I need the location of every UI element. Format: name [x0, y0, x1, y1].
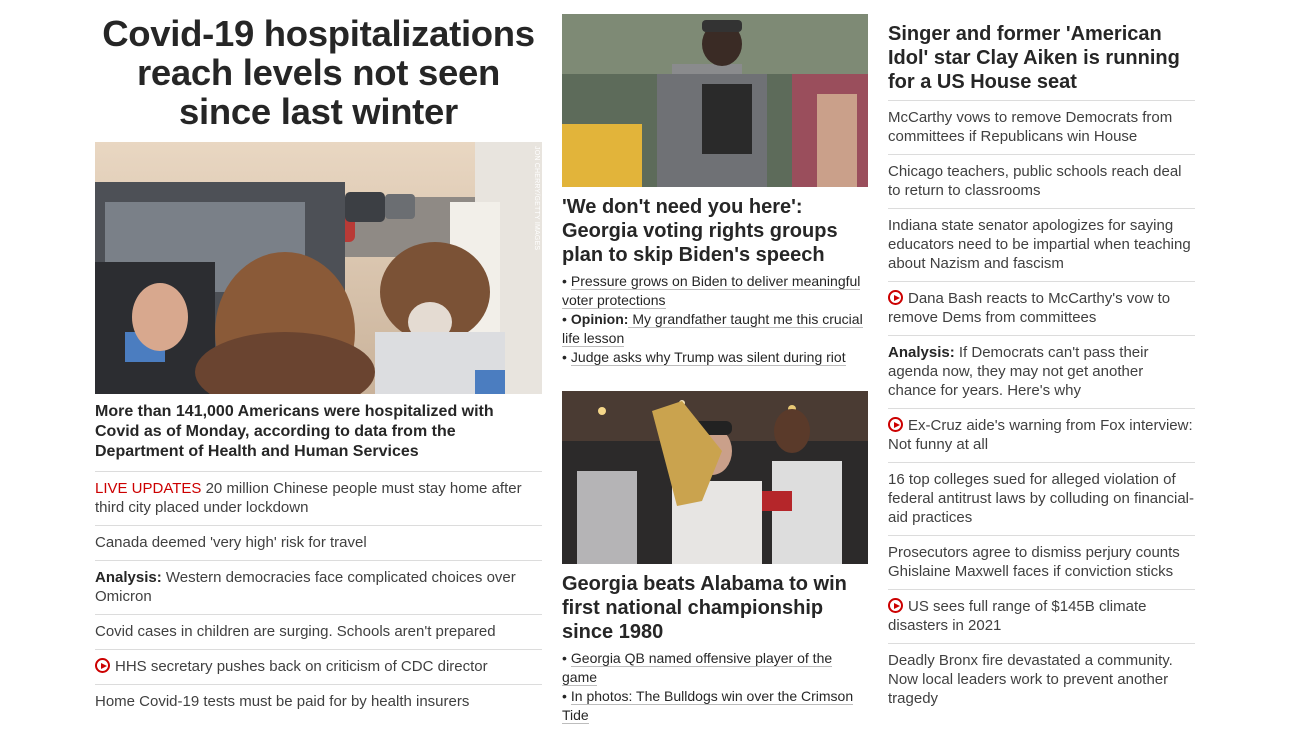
left-column: Covid-19 hospitalizations reach levels n… — [95, 14, 542, 719]
lead-story-text[interactable]: More than 141,000 Americans were hospita… — [95, 394, 542, 472]
list-item[interactable]: McCarthy vows to remove Democrats from c… — [888, 101, 1195, 155]
clay-aiken-headline[interactable]: Singer and former 'American Idol' star C… — [888, 14, 1195, 101]
live-updates-label: LIVE UPDATES — [95, 480, 202, 497]
analysis-label: Analysis: — [95, 569, 162, 586]
opinion-label: Opinion: — [570, 311, 629, 327]
bullet-link[interactable]: • Georgia QB named offensive player of th… — [562, 649, 868, 687]
list-item[interactable]: Canada deemed 'very high' risk for trave… — [95, 526, 542, 561]
list-item[interactable]: Analysis: If Democrats can't pass their … — [888, 336, 1195, 409]
championship-photo[interactable] — [562, 391, 868, 564]
right-story-list: McCarthy vows to remove Democrats from c… — [888, 101, 1195, 716]
list-item[interactable]: Chicago teachers, public schools reach d… — [888, 155, 1195, 209]
list-item[interactable]: Deadly Bronx fire devastated a community… — [888, 644, 1195, 716]
list-item[interactable]: Analysis: Western democracies face compl… — [95, 561, 542, 615]
list-item[interactable]: Indiana state senator apologizes for say… — [888, 209, 1195, 282]
list-item[interactable]: Covid cases in children are surging. Sch… — [95, 615, 542, 650]
analysis-label: Analysis: — [888, 344, 955, 361]
bullet-link[interactable]: • Opinion: My grandfather taught me this … — [562, 310, 868, 348]
video-play-icon — [95, 658, 110, 673]
championship-bullets: • Georgia QB named offensive player of th… — [562, 644, 868, 725]
list-item[interactable]: Prosecutors agree to dismiss perjury cou… — [888, 536, 1195, 590]
list-item[interactable]: Home Covid-19 tests must be paid for by … — [95, 685, 542, 719]
video-play-icon — [888, 598, 903, 613]
video-play-icon — [888, 417, 903, 432]
list-item[interactable]: Dana Bash reacts to McCarthy's vow to re… — [888, 282, 1195, 336]
list-item[interactable]: 16 top colleges sued for alleged violati… — [888, 463, 1195, 536]
video-play-icon — [888, 290, 903, 305]
hero-headline[interactable]: Covid-19 hospitalizations reach levels n… — [95, 14, 542, 131]
list-item[interactable]: LIVE UPDATES 20 million Chinese people m… — [95, 472, 542, 526]
left-story-list: LIVE UPDATES 20 million Chinese people m… — [95, 472, 542, 719]
list-item[interactable]: Ex-Cruz aide's warning from Fox intervie… — [888, 409, 1195, 463]
list-item[interactable]: US sees full range of $145B climate disa… — [888, 590, 1195, 644]
bullet-link[interactable]: • Judge asks why Trump was silent during … — [562, 348, 868, 367]
covid-testing-photo[interactable]: JON CHERRY/GETTY IMAGES — [95, 142, 542, 394]
middle-column: 'We don't need you here': Georgia voting… — [562, 14, 868, 725]
bullet-link[interactable]: • Pressure grows on Biden to deliver mean… — [562, 272, 868, 310]
voting-rights-headline[interactable]: 'We don't need you here': Georgia voting… — [562, 187, 868, 267]
voting-rights-photo[interactable] — [562, 14, 868, 187]
voting-rights-bullets: • Pressure grows on Biden to deliver mean… — [562, 267, 868, 367]
championship-headline[interactable]: Georgia beats Alabama to win first natio… — [562, 564, 868, 644]
right-column: Singer and former 'American Idol' star C… — [888, 14, 1195, 716]
list-item[interactable]: HHS secretary pushes back on criticism o… — [95, 650, 542, 685]
bullet-link[interactable]: • In photos: The Bulldogs win over the Cr… — [562, 687, 868, 725]
image-credit: JON CHERRY/GETTY IMAGES — [533, 146, 540, 251]
